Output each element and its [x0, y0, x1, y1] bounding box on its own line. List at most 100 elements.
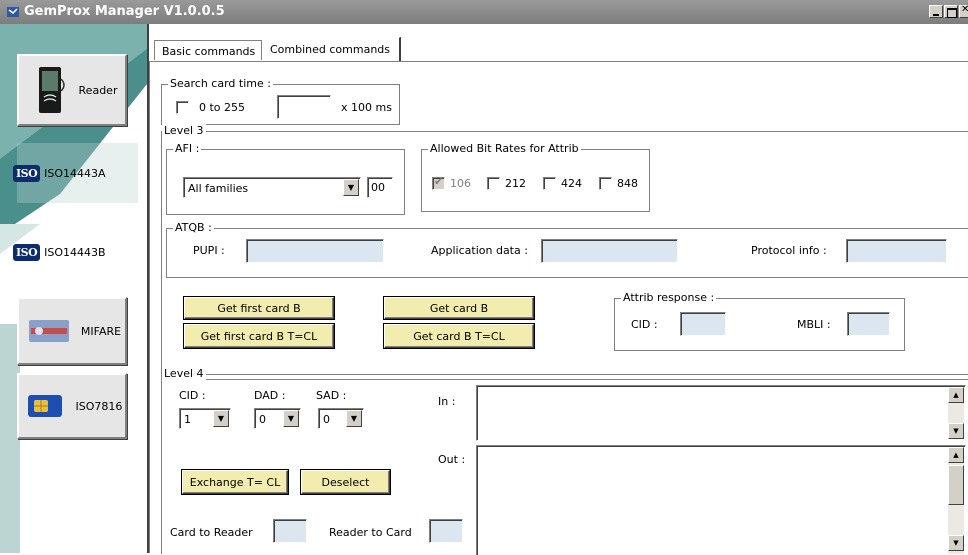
in-label: In : — [438, 395, 456, 408]
pupi-field[interactable] — [246, 239, 384, 263]
tab-combined-commands[interactable]: Combined commands — [262, 37, 400, 61]
reader-icon — [38, 67, 65, 113]
attrib-cid-label: CID : — [631, 318, 658, 331]
afi-select[interactable]: All families ▼ — [183, 177, 361, 198]
application-data-label: Application data : — [431, 244, 528, 257]
mifare-card-icon — [28, 320, 69, 342]
search-card-time-group: Search card time : 0 to 255 x 100 ms — [161, 77, 400, 125]
chevron-down-icon[interactable]: ▼ — [343, 179, 359, 196]
level3-group: Level 3 AFI : All families ▼ 00 Allowed … — [161, 124, 968, 380]
search-card-time-legend: Search card time : — [168, 77, 273, 90]
tab-divider — [149, 61, 968, 62]
atqb-legend: ATQB : — [173, 221, 214, 234]
bitrate-848-checkbox[interactable] — [599, 177, 612, 190]
afi-value-text: 00 — [371, 181, 385, 194]
main-panel: Basic commands Combined commands Search … — [149, 24, 968, 555]
out-textarea[interactable]: ▲ ▼ — [476, 445, 966, 555]
get-card-b-button[interactable]: Get card B — [384, 297, 534, 319]
in-scrollbar[interactable]: ▲ ▼ — [948, 387, 964, 439]
minimize-button[interactable] — [929, 5, 943, 18]
attrib-mbli-field[interactable] — [847, 312, 890, 336]
dad-selected-value: 0 — [259, 413, 266, 426]
scroll-up-icon[interactable]: ▲ — [948, 387, 964, 403]
attrib-mbli-label: MBLI : — [797, 318, 831, 331]
out-scrollbar[interactable]: ▲ ▼ — [948, 447, 964, 554]
reader-to-card-field[interactable] — [429, 519, 463, 543]
dad-select[interactable]: 0 ▼ — [254, 408, 301, 429]
iso-logo-icon: ISO — [13, 164, 41, 182]
scroll-down-icon[interactable]: ▼ — [948, 535, 964, 551]
deselect-button[interactable]: Deselect — [301, 470, 390, 494]
sidebar-item-label: MIFARE — [80, 324, 122, 338]
smartcard-chip-icon — [27, 395, 62, 417]
in-textarea[interactable]: ▲ ▼ — [476, 385, 966, 441]
search-time-checkbox[interactable] — [176, 101, 189, 114]
out-label: Out : — [438, 453, 466, 466]
protocol-info-label: Protocol info : — [751, 244, 827, 257]
get-card-b-tcl-button[interactable]: Get card B T=CL — [384, 324, 534, 348]
cid-select[interactable]: 1 ▼ — [179, 408, 231, 429]
afi-legend: AFI : — [173, 142, 202, 155]
afi-group: AFI : All families ▼ 00 — [166, 142, 405, 215]
window-title: GemProx Manager V1.0.0.5 — [24, 4, 225, 19]
title-bar: GemProx Manager V1.0.0.5 — [0, 0, 968, 24]
attrib-cid-field[interactable] — [680, 312, 726, 336]
bitrate-106-checkbox — [432, 175, 445, 190]
sidebar-item-iso14443b[interactable]: ISO ISO14443B — [13, 224, 138, 280]
bitrate-212-checkbox[interactable] — [487, 177, 500, 190]
reader-to-card-label: Reader to Card — [329, 526, 412, 539]
get-first-card-b-tcl-button[interactable]: Get first card B T=CL — [184, 324, 334, 348]
iso-logo-icon: ISO — [13, 243, 41, 261]
sidebar-item-reader[interactable]: Reader — [17, 54, 127, 126]
dad-label: DAD : — [254, 389, 286, 402]
bitrate-424-label: 424 — [561, 177, 582, 190]
panel-border — [149, 62, 151, 553]
attrib-response-legend: Attrib response : — [621, 291, 717, 304]
sad-selected-value: 0 — [323, 413, 330, 426]
scroll-down-icon[interactable]: ▼ — [948, 423, 964, 439]
card-to-reader-field[interactable] — [273, 519, 307, 543]
sidebar-item-label: Reader — [78, 83, 118, 97]
chevron-down-icon[interactable]: ▼ — [213, 410, 229, 427]
sidebar-item-label: ISO14443A — [44, 166, 106, 180]
card-to-reader-label: Card to Reader — [170, 526, 253, 539]
cid-selected-value: 1 — [184, 413, 191, 426]
allowed-bitrates-group: Allowed Bit Rates for Attrib 106 212 424… — [421, 142, 650, 212]
protocol-info-field[interactable] — [846, 239, 947, 263]
bitrate-106-label: 106 — [450, 177, 471, 190]
bitrate-212-label: 212 — [505, 177, 526, 190]
app-icon — [7, 7, 19, 17]
afi-value-input[interactable]: 00 — [367, 177, 393, 198]
level3-legend: Level 3 — [162, 124, 206, 137]
scroll-thumb[interactable] — [948, 465, 964, 505]
exchange-tcl-button[interactable]: Exchange T= CL — [182, 470, 288, 494]
sidebar-item-iso7816[interactable]: ISO7816 — [17, 373, 127, 439]
sidebar-item-iso14443a[interactable]: ISO ISO14443A — [13, 143, 138, 203]
afi-selected-value: All families — [188, 182, 249, 195]
level4-legend: Level 4 — [162, 367, 206, 380]
level4-group: Level 4 CID : 1 ▼ DAD : 0 ▼ SAD : 0 ▼ In… — [161, 367, 968, 555]
bitrate-424-checkbox[interactable] — [543, 177, 556, 190]
chevron-down-icon[interactable]: ▼ — [283, 410, 299, 427]
chevron-down-icon[interactable]: ▼ — [346, 410, 362, 427]
scroll-up-icon[interactable]: ▲ — [948, 447, 964, 463]
get-first-card-b-button[interactable]: Get first card B — [184, 297, 334, 319]
application-data-field[interactable] — [541, 239, 678, 263]
search-time-input[interactable] — [277, 95, 331, 119]
attrib-response-group: Attrib response : CID : MBLI : — [614, 291, 905, 351]
sad-select[interactable]: 0 ▼ — [318, 408, 364, 429]
atqb-group: ATQB : PUPI : Application data : Protoco… — [166, 221, 968, 278]
tab-basic-commands[interactable]: Basic commands — [154, 40, 262, 60]
cid-label: CID : — [179, 389, 206, 402]
bitrate-848-label: 848 — [617, 177, 638, 190]
sidebar-item-mifare[interactable]: MIFARE — [17, 297, 127, 365]
pupi-label: PUPI : — [193, 244, 225, 257]
sidebar-item-label: ISO7816 — [75, 399, 123, 413]
sad-label: SAD : — [316, 389, 347, 402]
search-time-range-label: 0 to 255 — [199, 101, 246, 114]
search-time-unit-label: x 100 ms — [341, 101, 392, 114]
close-button[interactable] — [959, 4, 968, 18]
sidebar: Reader ISO ISO14443A ISO ISO14443B MIFAR… — [0, 24, 147, 553]
maximize-button[interactable] — [944, 5, 958, 18]
sidebar-item-label: ISO14443B — [44, 245, 106, 259]
